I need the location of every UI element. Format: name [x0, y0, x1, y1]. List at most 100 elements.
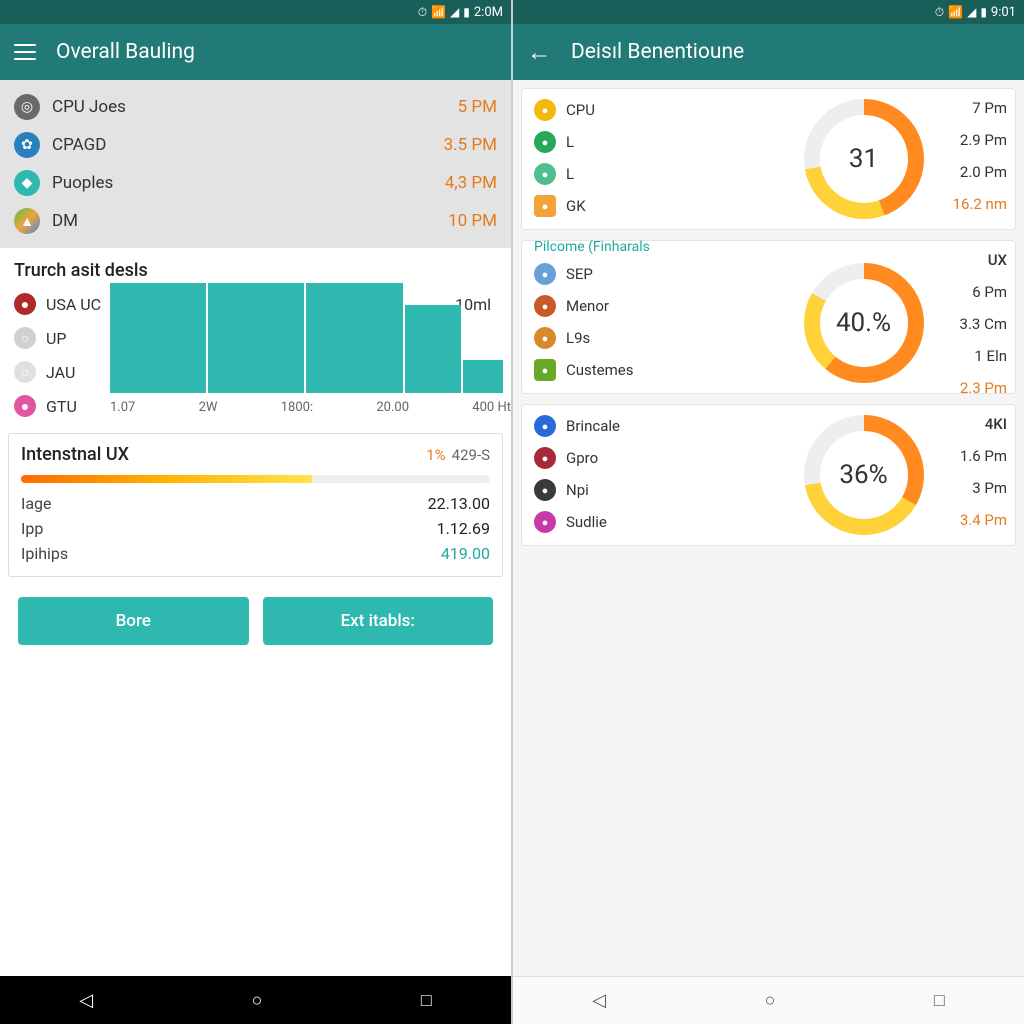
maps-icon: ▲: [14, 208, 40, 234]
list-item[interactable]: ◆ Puoples 4,3 PM: [0, 164, 511, 202]
bore-button[interactable]: Bore: [18, 597, 249, 645]
back-icon[interactable]: ◁: [592, 990, 606, 1011]
list-item[interactable]: ●CPU: [534, 99, 714, 121]
card-items: ●Brincale●Gpro●Npi●Sudlie: [534, 415, 714, 535]
item-name: DM: [52, 211, 436, 231]
app-icon: ●: [534, 447, 556, 469]
content-right: ●CPU●L●L●GK317 Pm2.9 Pm2.0 Pm16.2 nmPilc…: [513, 80, 1024, 976]
app-icon: ●: [14, 395, 36, 417]
app-icon: ●: [534, 359, 556, 381]
card-items: ●CPU●L●L●GK: [534, 99, 714, 219]
item-name: USA UC: [46, 295, 101, 314]
app-icon: ●: [534, 415, 556, 437]
back-icon[interactable]: ←: [527, 38, 551, 67]
stat-value: 1.12.69: [437, 519, 490, 538]
donut-value: 31: [820, 115, 908, 203]
home-icon[interactable]: ○: [765, 990, 776, 1011]
stat-label: Iage: [21, 494, 52, 513]
card-items: ●SEP ●Menor ●L9s ● Custemes: [534, 263, 714, 383]
item-name: CPAGD: [52, 135, 432, 155]
item-name: L9s: [566, 329, 590, 347]
metric-card[interactable]: ●CPU●L●L●GK317 Pm2.9 Pm2.0 Pm16.2 nm: [521, 88, 1016, 230]
back-icon[interactable]: ◁: [79, 990, 93, 1011]
ux-suffix: 429-S: [452, 446, 490, 464]
status-time: 2:0M: [474, 5, 503, 20]
card-header-value: UX: [960, 251, 1007, 269]
item-name: Sudlie: [566, 513, 607, 531]
home-icon[interactable]: ○: [252, 990, 263, 1011]
item-name: SEP: [566, 265, 593, 283]
stat-label: Ipp: [21, 519, 43, 538]
donut-value: 36%: [820, 431, 908, 519]
item-name: UP: [46, 329, 66, 348]
recent-icon[interactable]: □: [934, 990, 945, 1011]
button-row: Bore Ext itabls:: [0, 587, 511, 655]
item-value: 1.6 Pm: [960, 447, 1007, 465]
export-button[interactable]: Ext itabls:: [263, 597, 494, 645]
app-icon: ●: [534, 511, 556, 533]
metric-card[interactable]: ●Brincale●Gpro●Npi●Sudlie36%4KI1.6 Pm3 P…: [521, 404, 1016, 546]
item-value: 5 PM: [458, 97, 497, 117]
app-bar: Overall Bauling: [0, 24, 511, 80]
list-item[interactable]: ●L: [534, 163, 714, 185]
list-item[interactable]: ●Npi: [534, 479, 714, 501]
card-label: Pilcome (Finharals: [534, 239, 650, 255]
battery-icon: ▮: [463, 5, 470, 19]
list-item[interactable]: ●Gpro: [534, 447, 714, 469]
app-icon: ◎: [14, 94, 40, 120]
item-name: Npi: [566, 481, 589, 499]
wifi-icon: 📶: [431, 5, 446, 19]
app-icon: ●: [534, 195, 556, 217]
list-item[interactable]: ▲ DM 10 PM: [0, 202, 511, 240]
item-value: 3.5 PM: [444, 135, 497, 155]
item-value: 2.9 Pm: [953, 131, 1007, 149]
menu-icon[interactable]: [14, 44, 36, 60]
app-icon: ●: [534, 99, 556, 121]
donut-chart: 36%: [804, 415, 924, 535]
recent-icon[interactable]: □: [421, 990, 432, 1011]
item-value: 3 Pm: [960, 479, 1007, 497]
list-item[interactable]: ● Brincale: [534, 415, 714, 437]
tick: 20.00: [376, 400, 409, 415]
item-value: 4,3 PM: [445, 173, 497, 193]
nav-bar: ◁ ○ □: [0, 976, 511, 1024]
metric-card[interactable]: Pilcome (Finharals ●SEP ●Menor ●L9s ● Custeme…: [521, 240, 1016, 394]
item-name: CPU Joes: [52, 97, 446, 117]
item-value: 16.2 nm: [953, 195, 1007, 213]
list-item[interactable]: ●L9s: [534, 327, 714, 349]
item-value: 2.3 Pm: [960, 379, 1007, 397]
stat-row: Iage22.13.00: [21, 491, 490, 516]
app-icon: ●: [14, 293, 36, 315]
list-item[interactable]: ● Sudlie: [534, 511, 714, 533]
ux-header: Intenstnal UX 1% 429-S: [21, 444, 490, 465]
progress-bar: [21, 475, 490, 483]
top-list: ◎ CPU Joes 5 PM ✿ CPAGD 3.5 PM ◆ Puoples…: [0, 80, 511, 248]
item-value: 3.3 Cm: [960, 315, 1007, 333]
list-item[interactable]: ●L: [534, 131, 714, 153]
list-item[interactable]: ◎ CPU Joes 5 PM: [0, 88, 511, 126]
signal-icon: ◢: [967, 5, 976, 19]
item-name: Puoples: [52, 173, 433, 193]
list-item[interactable]: ✿ CPAGD 3.5 PM: [0, 126, 511, 164]
app-icon: ○: [14, 361, 36, 383]
item-name: Menor: [566, 297, 609, 315]
list-item[interactable]: ●SEP: [534, 263, 714, 285]
chart-bars: [110, 283, 511, 393]
tick: 2W: [199, 400, 218, 415]
app-icon: ○: [14, 327, 36, 349]
donut-value: 40.%: [820, 279, 908, 367]
list-item[interactable]: ●Menor: [534, 295, 714, 317]
card-header-value: 4KI: [960, 415, 1007, 433]
item-name: Brincale: [566, 417, 620, 435]
list-item[interactable]: ●GK: [534, 195, 714, 217]
phone-right: ⏱ 📶 ◢ ▮ 9:01 ← Deisıl Benentioune ●CPU●L…: [513, 0, 1024, 1024]
item-name: L: [566, 165, 574, 183]
status-time: 9:01: [991, 5, 1016, 20]
list-item[interactable]: ● Custemes: [534, 359, 714, 381]
item-name: Custemes: [566, 361, 634, 379]
bar-chart: 1.07 2W 1800: 20.00 400 Ht: [110, 283, 511, 423]
item-value: 7 Pm: [953, 99, 1007, 117]
donut-chart: 40.%: [804, 263, 924, 383]
alarm-icon: ⏱: [935, 5, 944, 20]
card-values: UX6 Pm3.3 Cm1 Eln2.3 Pm: [960, 251, 1007, 397]
